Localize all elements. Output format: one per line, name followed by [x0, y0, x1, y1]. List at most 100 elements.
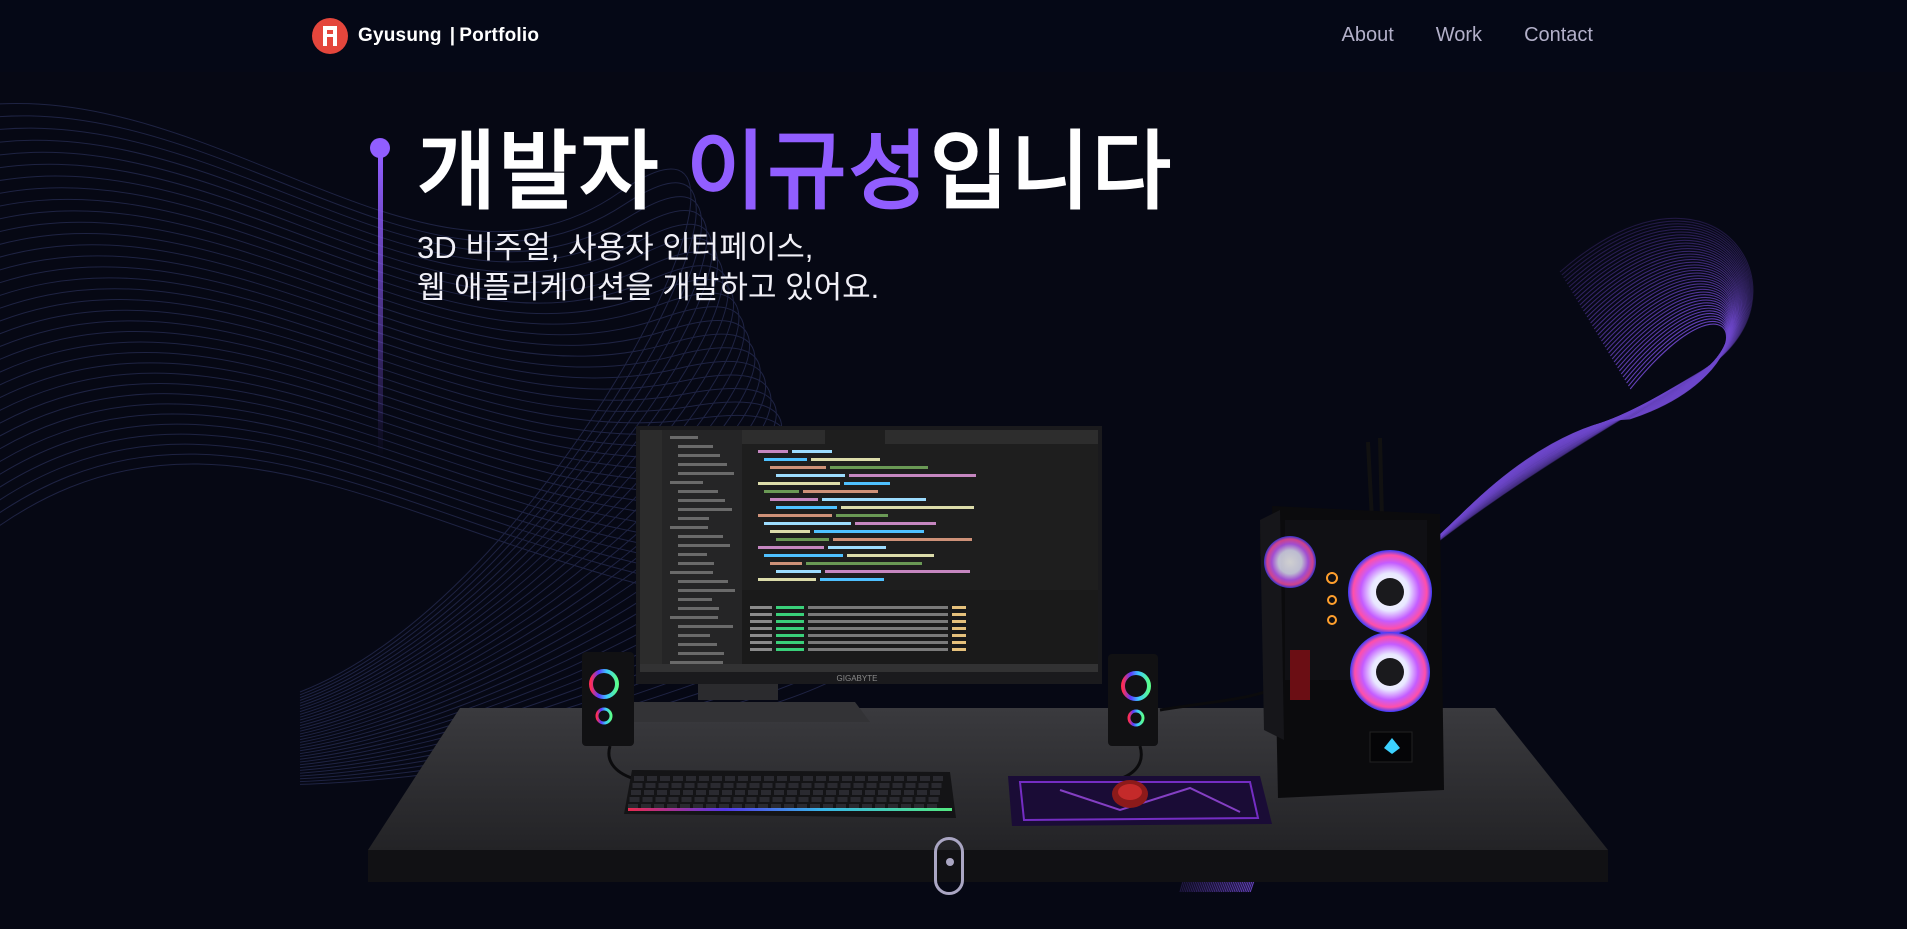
keyboard-key [759, 797, 770, 802]
terminal-token [808, 606, 948, 609]
keyboard-key [868, 776, 878, 781]
explorer-item [678, 499, 725, 502]
terminal-token [750, 627, 772, 630]
keyboard-key [837, 797, 848, 802]
terminal-token [750, 606, 772, 609]
monitor-brand-label: GIGABYTE [837, 674, 878, 683]
code-token [822, 498, 926, 501]
keyboard-key [696, 790, 706, 795]
hero-title-suffix: 입니다 [929, 124, 1174, 220]
explorer-item [678, 544, 730, 547]
logo-icon [312, 18, 348, 54]
keyboard-key [853, 783, 864, 788]
code-token [758, 482, 840, 485]
code-token [814, 530, 924, 533]
code-token [847, 554, 934, 557]
keyboard-key [709, 790, 719, 795]
keyboard-key [840, 783, 851, 788]
keyboard-key [852, 790, 862, 795]
explorer-item [670, 616, 718, 619]
hero-subtitle-line1: 3D 비주얼, 사용자 인터페이스, [417, 230, 814, 265]
explorer-item [678, 508, 732, 511]
keyboard-key [738, 776, 748, 781]
keyboard-key [694, 797, 705, 802]
keyboard-key [736, 783, 747, 788]
keyboard-key [931, 783, 942, 788]
keyboard-key [892, 783, 903, 788]
keyboard-key [631, 790, 641, 795]
keyboard-key [684, 783, 695, 788]
keyboard-key [751, 776, 761, 781]
keyboard-key [655, 797, 666, 802]
keyboard-key [735, 790, 745, 795]
keyboard-key [863, 797, 874, 802]
explorer-item [670, 481, 703, 484]
keyboard-key [894, 776, 904, 781]
keyboard-key [722, 790, 732, 795]
terminal-token [808, 648, 948, 651]
brand-link[interactable]: Gyusung | Portfolio [312, 18, 539, 54]
code-token [855, 522, 936, 525]
explorer-item [678, 562, 714, 565]
terminal-token [952, 634, 966, 637]
keyboard-key [855, 776, 865, 781]
nav-link-work[interactable]: Work [1436, 24, 1482, 47]
terminal-token [750, 620, 772, 623]
terminal-token [808, 641, 948, 644]
keyboard-key [816, 776, 826, 781]
terminal-token [952, 606, 966, 609]
keyboard-key [725, 776, 735, 781]
terminal-token [776, 641, 804, 644]
explorer-item [678, 535, 723, 538]
keyboard-key [788, 783, 799, 788]
code-token [764, 554, 843, 557]
code-token [776, 538, 829, 541]
keyboard-key [827, 783, 838, 788]
desk-3d-scene[interactable]: GIGABYTE [360, 410, 1620, 890]
keyboard-key [798, 797, 809, 802]
code-token [833, 538, 972, 541]
keyboard-key [777, 776, 787, 781]
terminal-token [808, 634, 948, 637]
terminal-token [776, 613, 804, 616]
keyboard-key [839, 790, 849, 795]
nav-links: About Work Contact [1341, 24, 1593, 47]
keyboard-key [879, 783, 890, 788]
keyboard-key [829, 776, 839, 781]
keyboard-key [878, 790, 888, 795]
hero-line [378, 156, 383, 456]
keyboard-key [683, 790, 693, 795]
terminal-token [750, 648, 772, 651]
brand-suffix: Portfolio [459, 25, 540, 46]
code-token [828, 546, 886, 549]
keyboard-key [681, 797, 692, 802]
keyboard-key [920, 776, 930, 781]
nav-link-contact[interactable]: Contact [1524, 24, 1593, 47]
keyboard-key [814, 783, 825, 788]
keyboard-key [917, 790, 927, 795]
keyboard-key [723, 783, 734, 788]
keyboard-key [660, 776, 670, 781]
explorer-item [678, 490, 718, 493]
keyboard-key [850, 797, 861, 802]
keyboard-key [790, 776, 800, 781]
terminal-token [750, 641, 772, 644]
right-speaker [1108, 654, 1158, 746]
nav-link-about[interactable]: About [1341, 24, 1393, 47]
hero-subtitle: 3D 비주얼, 사용자 인터페이스, 웹 애플리케이션을 개발하고 있어요. [417, 228, 1017, 308]
keyboard-key [933, 776, 943, 781]
keyboard-key [772, 797, 783, 802]
explorer-item [678, 607, 719, 610]
code-token [758, 514, 832, 517]
keyboard-key [800, 790, 810, 795]
keyboard-key [645, 783, 656, 788]
keyboard-key [634, 776, 644, 781]
terminal-token [776, 606, 804, 609]
code-token [764, 458, 807, 461]
keyboard-key [746, 797, 757, 802]
explorer-item [678, 625, 733, 628]
keyboard-key [775, 783, 786, 788]
scroll-indicator-icon[interactable] [934, 837, 964, 895]
terminal-token [808, 627, 948, 630]
keyboard-key [699, 776, 709, 781]
